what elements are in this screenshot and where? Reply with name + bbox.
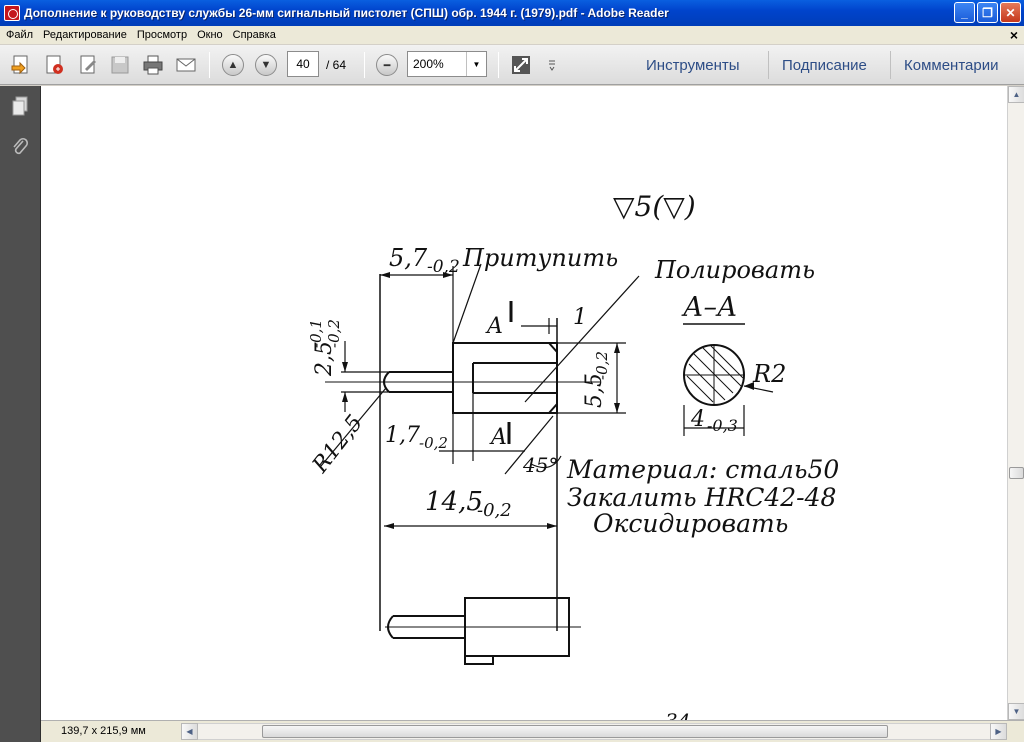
vertical-scroll-thumb[interactable] [1009, 467, 1024, 479]
dim-vertical-left-tol2: -0,2 [325, 319, 343, 348]
zoom-out-icon[interactable]: ━ [375, 53, 399, 77]
dim-section-width-tol: -0,3 [707, 416, 738, 435]
status-bar: 139,7 x 215,9 мм ◀ ▶ [41, 720, 1024, 742]
attachments-icon[interactable] [7, 134, 33, 160]
open-file-icon[interactable] [9, 53, 33, 77]
page-total: / 64 [326, 58, 347, 72]
horizontal-scrollbar[interactable]: ◀ ▶ [181, 723, 1007, 740]
maximize-button[interactable]: ❐ [977, 2, 998, 23]
part-body-upper [452, 342, 558, 414]
toolbar: ▲ ▼ ━ [0, 45, 1024, 85]
zoom-value: 200% [413, 57, 444, 71]
comment-pane-button[interactable]: Комментарии [904, 57, 998, 74]
toolbar-options-icon[interactable] [540, 53, 564, 77]
page-number-fragment: 34 [665, 709, 690, 720]
edit-pdf-icon[interactable] [76, 53, 100, 77]
chevron-down-icon[interactable]: ▼ [466, 52, 486, 76]
dim-top-left-tol: -0,2 [427, 257, 460, 277]
horizontal-scroll-thumb[interactable] [262, 725, 888, 738]
create-pdf-icon[interactable] [42, 53, 66, 77]
print-icon[interactable] [141, 53, 165, 77]
dim-inner-tol: -0,2 [419, 434, 448, 452]
dim-vertical-left-tol1: -0,1 [307, 319, 325, 348]
section-marker-top: A [485, 314, 503, 339]
sign-pane-button[interactable]: Подписание [782, 57, 867, 74]
section-marker-bottom: A [489, 425, 507, 450]
menu-window[interactable]: Окно [192, 29, 228, 41]
section-label: А–А [681, 292, 737, 323]
minimize-button[interactable]: _ [954, 2, 975, 23]
note-oxidize: Оксидировать [593, 509, 788, 538]
document-close-button[interactable]: × [1010, 27, 1018, 43]
scroll-down-icon[interactable]: ▼ [1008, 703, 1024, 720]
adobe-reader-icon [4, 5, 20, 21]
menu-help[interactable]: Справка [228, 29, 281, 41]
title-bar: Дополнение к руководству службы 26-мм си… [0, 0, 1024, 26]
email-icon[interactable] [174, 53, 198, 77]
dim-angle: 45° [522, 453, 558, 477]
next-page-icon[interactable]: ▼ [254, 53, 278, 77]
surface-finish-label: ▽5(▽) [613, 190, 696, 223]
close-button[interactable]: ✕ [1000, 2, 1021, 23]
menu-edit[interactable]: Редактирование [38, 29, 132, 41]
dim-radius-small: R2 [752, 360, 786, 388]
document-page: ▽5(▽) 5,7 -0,2 Притупить Полировать А–А … [41, 86, 1007, 720]
menu-bar: Файл Редактирование Просмотр Окно Справк… [0, 26, 1024, 45]
window-title: Дополнение к руководству службы 26-мм си… [24, 6, 669, 20]
note-material: Материал: сталь50 [566, 455, 839, 484]
dim-one: 1 [573, 305, 587, 330]
scroll-left-icon[interactable]: ◀ [181, 723, 198, 740]
navigation-pane [0, 86, 41, 742]
page-thumbnails-icon[interactable] [7, 93, 33, 119]
fit-page-icon[interactable] [509, 53, 533, 77]
dim-total-tol: -0,2 [477, 500, 512, 521]
page-size-label: 139,7 x 215,9 мм [61, 725, 146, 737]
technical-drawing: ▽5(▽) 5,7 -0,2 Притупить Полировать А–А … [307, 190, 839, 720]
polish-note: Полировать [654, 256, 815, 284]
dim-radius-large: R12,5 [307, 411, 368, 479]
chamfer-note: Притупить [462, 244, 618, 272]
scroll-up-icon[interactable]: ▲ [1008, 86, 1024, 103]
dim-top-left: 5,7 [389, 244, 428, 272]
vertical-scrollbar[interactable]: ▲ ▼ [1007, 86, 1024, 720]
menu-file[interactable]: Файл [0, 29, 38, 41]
page-number-input[interactable]: 40 [287, 51, 319, 77]
dim-height-tol: -0,2 [593, 351, 611, 380]
dim-total: 14,5 [425, 487, 483, 517]
menu-view[interactable]: Просмотр [132, 29, 192, 41]
dim-section-width: 4 [690, 407, 705, 432]
zoom-select[interactable]: 200% ▼ [407, 51, 487, 77]
scroll-right-icon[interactable]: ▶ [990, 723, 1007, 740]
note-harden: Закалить HRC42-48 [567, 483, 836, 512]
save-icon[interactable] [108, 53, 132, 77]
tools-pane-button[interactable]: Инструменты [646, 57, 740, 74]
dim-inner: 1,7 [385, 423, 420, 448]
previous-page-icon[interactable]: ▲ [221, 53, 245, 77]
